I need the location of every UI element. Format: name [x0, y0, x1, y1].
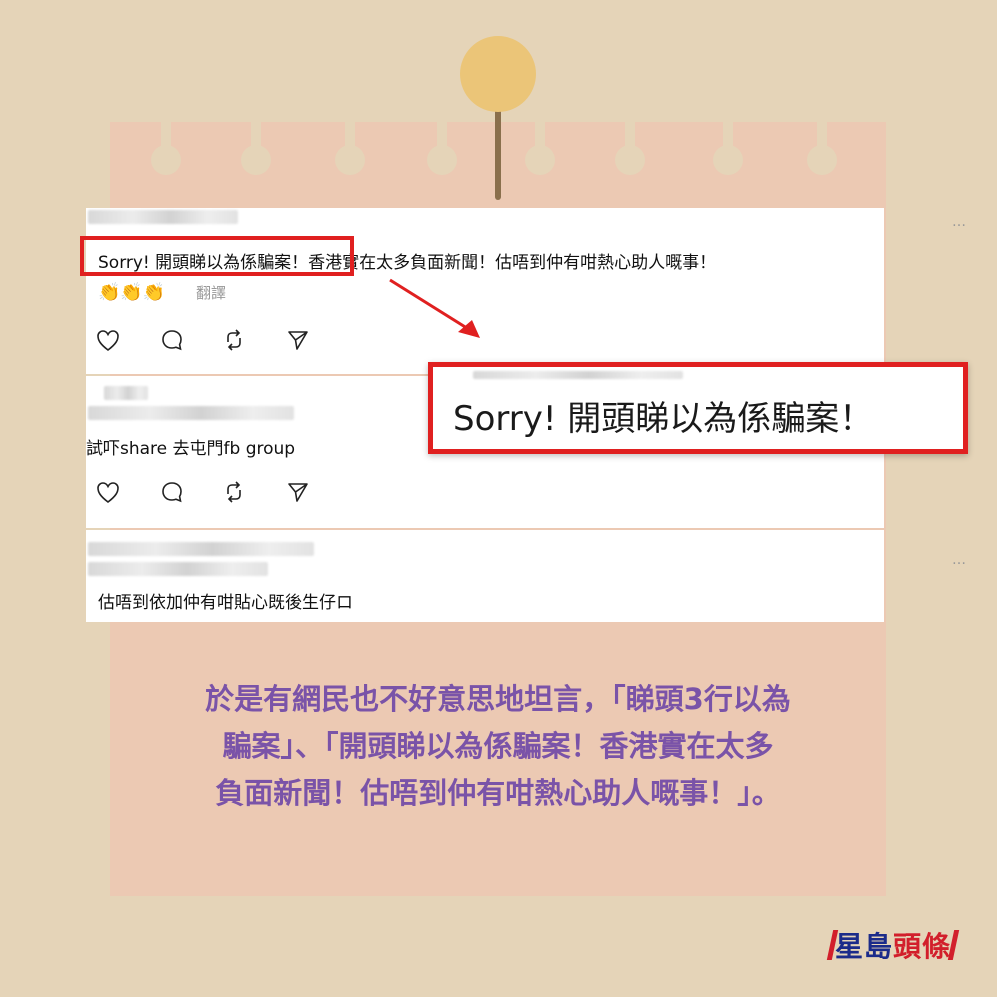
article-caption: 於是有網民也不好意思地坦言，「睇頭3行以為 騙案」、「開頭睇以為係騙案！香港實在… — [130, 676, 866, 817]
brand-logo: 星島 頭條 — [826, 928, 960, 963]
paper-hole — [151, 145, 181, 175]
share-icon[interactable] — [288, 331, 308, 350]
pin-head — [460, 36, 536, 112]
paper-hole — [427, 145, 457, 175]
arrow-icon — [389, 278, 480, 338]
heart-icon[interactable] — [97, 482, 119, 504]
heart-icon[interactable] — [97, 330, 119, 352]
comment-icon[interactable] — [162, 482, 182, 503]
pin-stick — [495, 106, 501, 200]
zoomed-highlight-box: Sorry! 開頭睇以為係騙案！ — [428, 362, 968, 454]
post-text-rest: 香港實在太多負面新聞！估唔到仲有咁熱心助人嘅事！ — [308, 253, 717, 273]
repost-icon[interactable] — [227, 329, 241, 351]
blurred-username — [473, 371, 683, 379]
caption-line: 負面新聞！估唔到仲有咁熱心助人嘅事！」。 — [215, 776, 781, 810]
paper-hole — [615, 145, 645, 175]
logo-part-2: 頭條 — [893, 930, 952, 963]
blurred-avatar — [104, 386, 148, 400]
paper-hole — [335, 145, 365, 175]
blurred-username — [88, 406, 294, 420]
caption-line: 於是有網民也不好意思地坦言，「睇頭3行以為 — [205, 682, 791, 716]
clap-emoji: 👏👏👏 — [98, 282, 166, 303]
blurred-subtitle — [88, 562, 268, 576]
caption-line: 騙案」、「開頭睇以為係騙案！香港實在太多 — [222, 729, 774, 763]
more-options-icon[interactable]: … — [952, 214, 967, 230]
post-text: 估唔到依加仲有咁貼心既後生仔ロ — [98, 593, 353, 613]
paper-hole — [713, 145, 743, 175]
highlight-box — [80, 236, 354, 276]
more-options-icon[interactable]: … — [952, 552, 967, 568]
blurred-username — [88, 542, 314, 556]
share-icon[interactable] — [288, 483, 308, 502]
post-actions — [97, 481, 308, 504]
post-actions — [97, 329, 308, 352]
translate-link[interactable]: 翻譯 — [196, 282, 226, 303]
paper-hole — [525, 145, 555, 175]
paper-hole — [807, 145, 837, 175]
comment-icon[interactable] — [162, 330, 182, 351]
post-text: 試吓share 去屯門fb group — [86, 439, 296, 459]
zoomed-text: Sorry! 開頭睇以為係騙案！ — [453, 399, 874, 439]
repost-icon[interactable] — [227, 481, 241, 503]
paper-hole — [241, 145, 271, 175]
blurred-username — [88, 210, 238, 224]
logo-part-1: 星島 — [835, 930, 894, 963]
